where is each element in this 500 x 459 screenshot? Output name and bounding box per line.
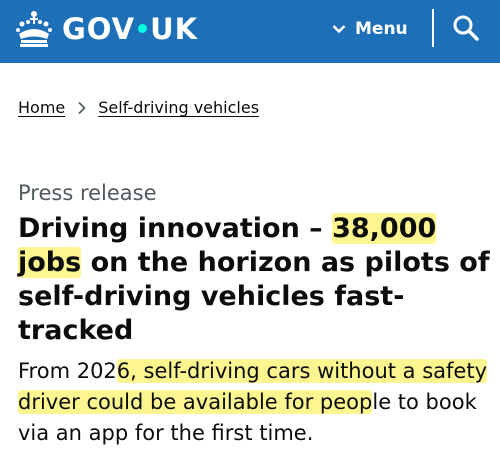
site-header: GOV UK Menu: [0, 0, 500, 63]
breadcrumb-self-driving-link[interactable]: Self-driving vehicles: [98, 98, 259, 117]
breadcrumb: Home Self-driving vehicles: [18, 98, 259, 117]
govuk-logo[interactable]: GOV UK: [14, 10, 198, 48]
search-icon: [453, 15, 479, 41]
header-divider: [432, 9, 434, 47]
title-text-start: Driving innovation –: [18, 213, 333, 244]
lede-text-start: From 202: [18, 359, 117, 383]
chevron-right-icon: [78, 101, 86, 114]
logo-dot: [138, 24, 148, 33]
lede-paragraph: From 2026, self-driving cars without a s…: [18, 356, 498, 449]
search-button[interactable]: [452, 14, 480, 42]
page-caption: Press release: [18, 181, 157, 205]
menu-button[interactable]: Menu: [332, 15, 408, 43]
crown-icon: [16, 11, 52, 47]
page-title: Driving innovation – 38,000 jobs on the …: [18, 212, 498, 348]
menu-label: Menu: [355, 19, 408, 39]
logo-wordmark: GOV UK: [62, 11, 199, 46]
chevron-down-icon: [332, 25, 346, 34]
breadcrumb-home-link[interactable]: Home: [18, 98, 65, 117]
title-text-end: on the horizon as pilots of self-driving…: [18, 247, 490, 346]
